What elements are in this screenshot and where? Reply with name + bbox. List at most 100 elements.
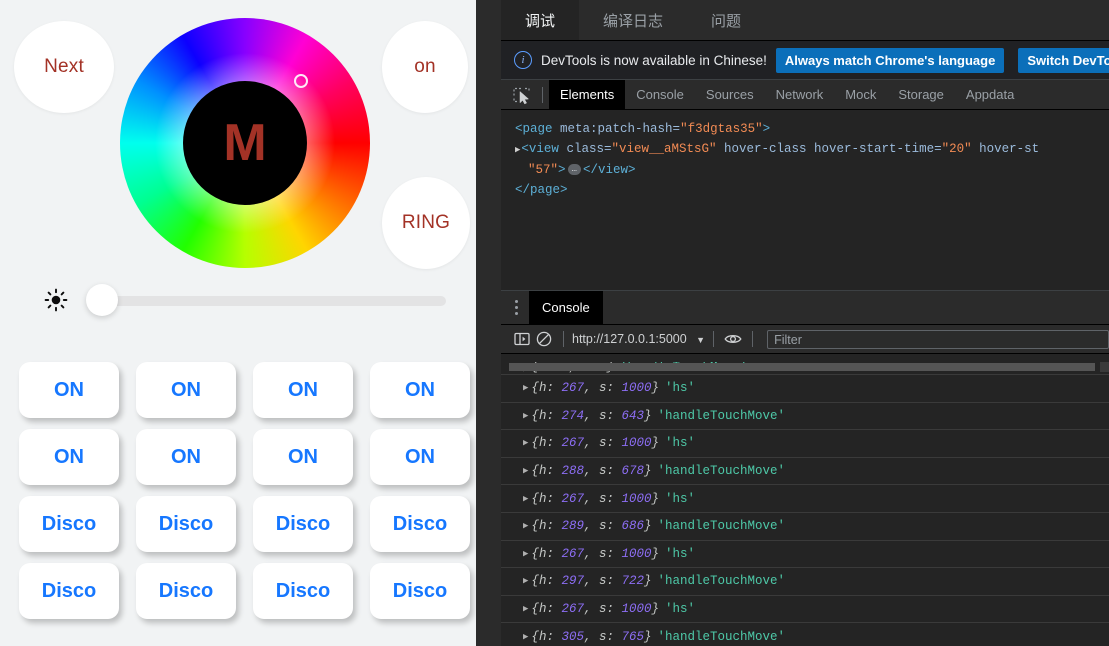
info-icon: i xyxy=(514,51,532,69)
console-log-list[interactable]: ▶{ , } 'handleTouchMove'▶{h: 267, s: 100… xyxy=(501,362,1109,646)
language-notice-text: DevTools is now available in Chinese! xyxy=(541,52,767,68)
devtools-top-tabs: 调试 编译日志 问题 xyxy=(501,0,1109,41)
color-wheel-cursor[interactable] xyxy=(294,74,308,88)
on-button[interactable]: on xyxy=(382,21,468,113)
devtools-panel-tab-appdata[interactable]: Appdata xyxy=(955,80,1025,109)
dom-collapsed-children-icon[interactable]: … xyxy=(567,164,581,175)
expand-caret-icon[interactable]: ▶ xyxy=(523,604,528,614)
preset-button-4[interactable]: ON xyxy=(19,429,119,485)
devtools-panel-tab-network[interactable]: Network xyxy=(765,80,835,109)
preset-button-7[interactable]: ON xyxy=(370,429,470,485)
devtools-top-tab-2[interactable]: 问题 xyxy=(687,0,765,40)
console-s-value: 1000 xyxy=(621,546,652,561)
console-log-label: 'hs' xyxy=(665,602,696,617)
console-filter-input[interactable]: Filter xyxy=(767,329,1109,349)
expand-caret-icon[interactable]: ▶ xyxy=(523,521,528,531)
console-context-selector[interactable]: http://127.0.0.1:5000 ▼ xyxy=(572,332,705,346)
preset-button-0[interactable]: ON xyxy=(19,362,119,418)
color-wheel[interactable]: M xyxy=(120,18,370,268)
console-log-row[interactable]: ▶ {h: 288, s: 678} 'handleTouchMove' xyxy=(501,458,1109,486)
toolbar-separator-3 xyxy=(752,331,754,347)
preset-button-label: Disco xyxy=(275,512,331,535)
eye-icon[interactable] xyxy=(722,328,744,350)
console-scrollbar-horizontal[interactable] xyxy=(509,363,1095,371)
console-log-row[interactable]: ▶ {h: 305, s: 765} 'handleTouchMove' xyxy=(501,623,1109,646)
preset-button-label: ON xyxy=(288,378,318,401)
ring-button[interactable]: RING xyxy=(382,177,470,269)
console-log-row[interactable]: ▶ {h: 297, s: 722} 'handleTouchMove' xyxy=(501,568,1109,596)
preset-button-2[interactable]: ON xyxy=(253,362,353,418)
expand-caret-icon[interactable]: ▶ xyxy=(523,466,528,476)
dom-tree-view[interactable]: <page meta:patch-hash="f3dgtas35"> ▶<vie… xyxy=(501,110,1109,290)
expand-caret-icon[interactable]: ▶ xyxy=(523,632,528,642)
devtools-top-tab-0[interactable]: 调试 xyxy=(501,0,580,40)
console-h-value: 297 xyxy=(561,574,584,589)
preset-button-13[interactable]: Disco xyxy=(136,563,236,619)
devtools-panel-tab-elements[interactable]: Elements xyxy=(549,80,626,109)
devtools-panel-tab-mock[interactable]: Mock xyxy=(834,80,887,109)
dom-line-page-close[interactable]: </page> xyxy=(515,180,1109,200)
console-log-label: 'hs' xyxy=(665,491,696,506)
console-log-row[interactable]: ▶ {h: 267, s: 1000} 'hs' xyxy=(501,375,1109,403)
devtools-panel-tab-storage[interactable]: Storage xyxy=(887,80,955,109)
expand-caret-icon[interactable]: ▶ xyxy=(523,438,528,448)
switch-devtools-language-button[interactable]: Switch DevTools to Chinese xyxy=(1018,47,1109,73)
devtools-panel: 调试 编译日志 问题 i DevTools is now available in … xyxy=(501,0,1109,646)
console-log-row[interactable]: ▶ {h: 267, s: 1000} 'hs' xyxy=(501,541,1109,569)
brightness-slider[interactable] xyxy=(44,284,446,316)
console-log-row[interactable]: ▶ {h: 289, s: 686} 'handleTouchMove' xyxy=(501,513,1109,541)
console-context-label: http://127.0.0.1:5000 xyxy=(572,332,687,346)
expand-caret-icon[interactable]: ▶ xyxy=(523,494,528,504)
console-log-row[interactable]: ▶ {h: 267, s: 1000} 'hs' xyxy=(501,485,1109,513)
console-log-object: {h: 267, s: 1000} xyxy=(531,546,660,561)
console-log-object: {h: 305, s: 765} xyxy=(531,629,652,644)
console-scrollbar-vertical[interactable] xyxy=(1100,362,1109,372)
dom-value-hover-start-time: "20" xyxy=(941,142,972,156)
preset-button-label: ON xyxy=(171,378,201,401)
sidebar-toggle-icon[interactable] xyxy=(511,328,533,350)
expand-caret-icon[interactable]: ▶ xyxy=(523,411,528,421)
expand-caret-icon[interactable]: ▶ xyxy=(523,549,528,559)
preset-button-8[interactable]: Disco xyxy=(19,496,119,552)
brightness-slider-track[interactable] xyxy=(90,296,446,306)
console-log-label: 'handleTouchMove' xyxy=(657,464,786,479)
console-s-value: 686 xyxy=(621,519,644,534)
inspect-element-icon[interactable] xyxy=(511,85,533,105)
expand-caret-icon[interactable]: ▶ xyxy=(523,383,528,393)
dom-expand-caret-icon[interactable]: ▶ xyxy=(515,140,520,160)
console-log-row[interactable]: ▶ {h: 267, s: 1000} 'hs' xyxy=(501,596,1109,624)
preset-button-label: Disco xyxy=(275,579,331,602)
preset-button-9[interactable]: Disco xyxy=(136,496,236,552)
drawer-tab-console[interactable]: Console xyxy=(529,291,603,324)
preset-button-10[interactable]: Disco xyxy=(253,496,353,552)
preset-button-14[interactable]: Disco xyxy=(253,563,353,619)
devtools-panel-tab-sources[interactable]: Sources xyxy=(695,80,765,109)
preset-button-3[interactable]: ON xyxy=(370,362,470,418)
preset-button-6[interactable]: ON xyxy=(253,429,353,485)
dom-line-view[interactable]: ▶<view class="view__aMStsG" hover-class … xyxy=(515,139,1109,160)
clear-console-icon[interactable] xyxy=(533,328,555,350)
next-button[interactable]: Next xyxy=(14,21,114,113)
preset-button-15[interactable]: Disco xyxy=(370,563,470,619)
devtools-panel-tabs: Elements Console Sources Network Mock Storage… xyxy=(501,80,1109,110)
console-log-row[interactable]: ▶ {h: 274, s: 643} 'handleTouchMove' xyxy=(501,403,1109,431)
color-wheel-hub[interactable]: M xyxy=(183,81,307,205)
more-options-icon[interactable] xyxy=(515,299,519,316)
preset-button-5[interactable]: ON xyxy=(136,429,236,485)
dom-line-view-close[interactable]: "57">… </view> xyxy=(515,160,1109,180)
devtools-top-tab-1[interactable]: 编译日志 xyxy=(579,0,687,40)
console-log-object: {h: 267, s: 1000} xyxy=(531,602,660,617)
preset-button-1[interactable]: ON xyxy=(136,362,236,418)
expand-caret-icon[interactable]: ▶ xyxy=(523,576,528,586)
console-s-value: 1000 xyxy=(621,436,652,451)
brightness-slider-thumb[interactable] xyxy=(86,284,118,316)
always-match-language-button[interactable]: Always match Chrome's language xyxy=(775,47,1005,73)
console-log-row[interactable]: ▶ {h: 267, s: 1000} 'hs' xyxy=(501,430,1109,458)
console-log-label: 'handleTouchMove' xyxy=(657,574,786,589)
dom-line-page-open[interactable]: <page meta:patch-hash="f3dgtas35"> xyxy=(515,119,1109,139)
devtools-panel-tab-console[interactable]: Console xyxy=(625,80,695,109)
preset-button-label: ON xyxy=(54,445,84,468)
ring-button-label: RING xyxy=(401,212,451,233)
preset-button-12[interactable]: Disco xyxy=(19,563,119,619)
preset-button-11[interactable]: Disco xyxy=(370,496,470,552)
